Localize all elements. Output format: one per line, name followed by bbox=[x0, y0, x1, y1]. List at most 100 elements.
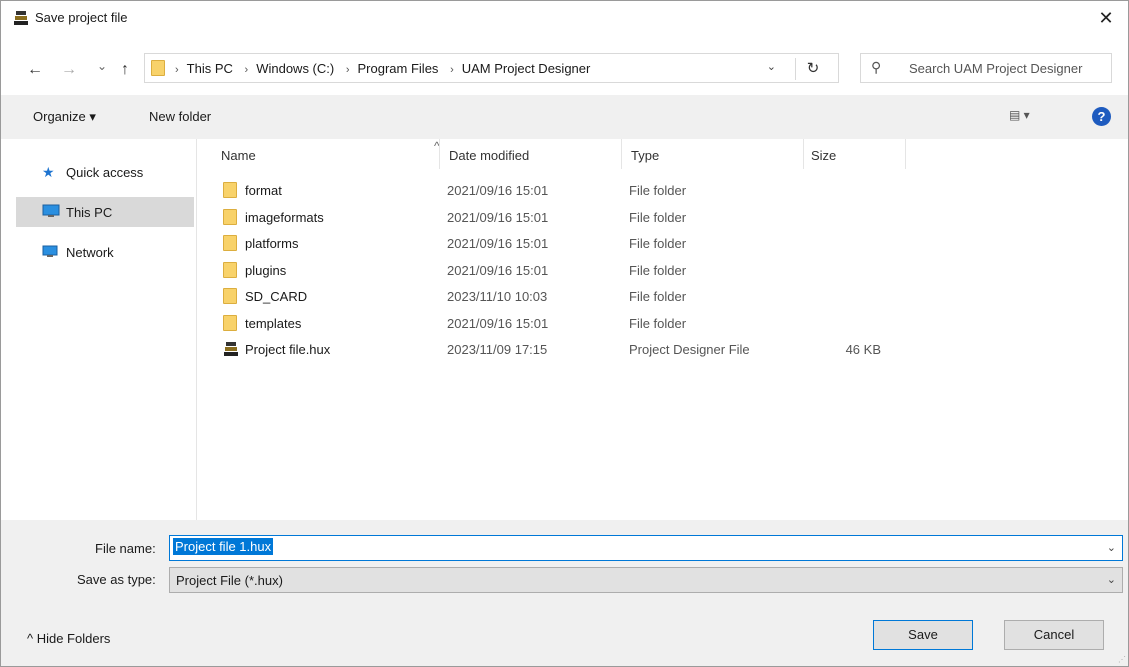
breadcrumb-program-files[interactable]: Program Files bbox=[358, 61, 439, 76]
hide-folders-button[interactable]: ^ Hide Folders bbox=[27, 631, 110, 646]
cancel-button[interactable]: Cancel bbox=[1004, 620, 1104, 650]
navigation-bar: ← → ⌄ ↑ › This PC › Windows (C:) › Program … bbox=[1, 35, 1128, 95]
star-icon: ★ bbox=[42, 164, 55, 180]
folder-icon bbox=[223, 209, 237, 225]
navigation-pane: ★ Quick access This PC Network bbox=[1, 139, 197, 520]
column-headers: ^ Name Date modified Type Size bbox=[211, 139, 1128, 169]
sidebar-item-label: This PC bbox=[66, 204, 113, 220]
file-type: File folder bbox=[629, 183, 687, 198]
forward-arrow-icon[interactable]: → bbox=[61, 61, 77, 79]
address-bar[interactable]: › This PC › Windows (C:) › Program Files › U… bbox=[144, 53, 839, 83]
column-divider[interactable] bbox=[905, 139, 906, 169]
file-size: 46 KB bbox=[845, 342, 881, 357]
file-date: 2021/09/16 15:01 bbox=[447, 183, 549, 198]
search-placeholder: Search UAM Project Designer bbox=[909, 61, 1083, 76]
sidebar-item-label: Quick access bbox=[66, 164, 144, 180]
app-icon bbox=[14, 11, 28, 25]
file-date: 2021/09/16 15:01 bbox=[447, 210, 549, 225]
chevron-down-icon[interactable]: ⌄ bbox=[1107, 541, 1116, 554]
window-title: Save project file bbox=[35, 10, 128, 25]
file-name: platforms bbox=[245, 236, 299, 251]
save-button[interactable]: Save bbox=[873, 620, 973, 650]
breadcrumb-uam-project-designer[interactable]: UAM Project Designer bbox=[462, 61, 591, 76]
breadcrumb-this-pc[interactable]: This PC bbox=[187, 61, 233, 76]
folder-icon bbox=[151, 60, 165, 76]
file-name-label: File name: bbox=[95, 541, 156, 556]
file-row[interactable]: plugins 2021/09/16 15:01 File folder bbox=[211, 257, 1128, 283]
up-arrow-icon[interactable]: ↑ bbox=[121, 61, 129, 79]
organize-button[interactable]: Organize ▾ bbox=[33, 109, 96, 125]
dialog-footer: File name: Project file 1.hux ⌄ Save as … bbox=[1, 520, 1128, 666]
sidebar-item-this-pc[interactable]: This PC bbox=[16, 197, 194, 227]
view-options-button[interactable]: ▤ ▾ bbox=[1009, 108, 1030, 122]
breadcrumb-separator-icon: › bbox=[244, 64, 249, 76]
file-type: File folder bbox=[629, 316, 687, 331]
toolbar: Organize ▾ New folder ▤ ▾ ? bbox=[1, 95, 1128, 139]
search-box[interactable]: ⚲ Search UAM Project Designer bbox=[860, 53, 1112, 83]
file-date: 2021/09/16 15:01 bbox=[447, 236, 549, 251]
file-date: 2021/09/16 15:01 bbox=[447, 263, 549, 278]
sidebar-item-network[interactable]: Network bbox=[16, 237, 194, 267]
title-bar: Save project file ✕ bbox=[1, 1, 1128, 35]
folder-icon bbox=[223, 288, 237, 304]
file-type: File folder bbox=[629, 263, 687, 278]
file-name: templates bbox=[245, 316, 302, 331]
breadcrumb-separator-icon: › bbox=[450, 64, 454, 76]
save-type-value: Project File (*.hux) bbox=[176, 573, 283, 588]
column-divider[interactable] bbox=[439, 139, 440, 169]
chevron-down-icon[interactable]: ⌄ bbox=[1107, 573, 1116, 586]
column-header-name[interactable]: Name bbox=[221, 148, 256, 163]
folder-icon bbox=[223, 235, 237, 251]
resize-grip-icon[interactable]: ⋰ bbox=[1118, 655, 1126, 664]
file-date: 2021/09/16 15:01 bbox=[447, 316, 549, 331]
address-dropdown-icon[interactable]: ⌄ bbox=[767, 60, 776, 73]
content-area: ★ Quick access This PC Network ^ Name Da… bbox=[1, 139, 1128, 520]
column-header-type[interactable]: Type bbox=[631, 148, 659, 163]
file-row[interactable]: SD_CARD 2023/11/10 10:03 File folder bbox=[211, 283, 1128, 309]
column-divider[interactable] bbox=[803, 139, 804, 169]
file-date: 2023/11/10 10:03 bbox=[447, 289, 548, 304]
file-row[interactable]: imageformats 2021/09/16 15:01 File folde… bbox=[211, 204, 1128, 230]
project-file-icon bbox=[224, 342, 238, 356]
file-name-field[interactable]: Project file 1.hux ⌄ bbox=[169, 535, 1123, 561]
file-type: File folder bbox=[629, 210, 687, 225]
file-row[interactable]: templates 2021/09/16 15:01 File folder bbox=[211, 310, 1128, 336]
file-name-value[interactable]: Project file 1.hux bbox=[173, 538, 274, 555]
save-type-select[interactable]: Project File (*.hux) ⌄ bbox=[169, 567, 1123, 593]
folder-icon bbox=[223, 182, 237, 198]
column-divider[interactable] bbox=[621, 139, 622, 169]
file-row[interactable]: platforms 2021/09/16 15:01 File folder bbox=[211, 230, 1128, 256]
breadcrumb-windows-c[interactable]: Windows (C:) bbox=[256, 61, 334, 76]
column-header-size[interactable]: Size bbox=[811, 148, 836, 163]
close-button[interactable]: ✕ bbox=[1084, 1, 1128, 35]
help-button[interactable]: ? bbox=[1092, 107, 1111, 126]
file-row[interactable]: Project file.hux 2023/11/09 17:15 Projec… bbox=[211, 336, 1128, 362]
sidebar-item-label: Network bbox=[66, 244, 114, 260]
network-icon bbox=[42, 244, 60, 260]
folder-icon bbox=[223, 262, 237, 278]
file-date: 2023/11/09 17:15 bbox=[447, 342, 548, 357]
column-header-date[interactable]: Date modified bbox=[449, 148, 529, 163]
sidebar-item-quick-access[interactable]: ★ Quick access bbox=[16, 157, 194, 187]
file-type: File folder bbox=[629, 289, 687, 304]
back-arrow-icon[interactable]: ← bbox=[27, 61, 43, 79]
file-row[interactable]: format 2021/09/16 15:01 File folder bbox=[211, 177, 1128, 203]
file-name: Project file.hux bbox=[245, 342, 331, 357]
save-type-label: Save as type: bbox=[77, 572, 156, 587]
file-type: File folder bbox=[629, 236, 687, 251]
breadcrumb: › This PC › Windows (C:) › Program Files › U… bbox=[173, 61, 596, 76]
breadcrumb-separator-icon: › bbox=[345, 64, 350, 76]
file-type: Project Designer File bbox=[629, 342, 750, 357]
file-name: format bbox=[245, 183, 282, 198]
search-icon: ⚲ bbox=[871, 59, 882, 75]
breadcrumb-separator-icon: › bbox=[175, 64, 179, 76]
file-name: imageformats bbox=[245, 210, 324, 225]
computer-icon bbox=[42, 204, 60, 220]
refresh-button[interactable]: ↻ bbox=[795, 58, 830, 80]
file-name: plugins bbox=[245, 263, 287, 278]
file-name: SD_CARD bbox=[245, 289, 308, 304]
recent-locations-icon[interactable]: ⌄ bbox=[97, 59, 107, 73]
save-dialog: Save project file ✕ ← → ⌄ ↑ › This PC › Wi… bbox=[0, 0, 1129, 667]
folder-icon bbox=[223, 315, 237, 331]
new-folder-button[interactable]: New folder bbox=[149, 109, 211, 124]
